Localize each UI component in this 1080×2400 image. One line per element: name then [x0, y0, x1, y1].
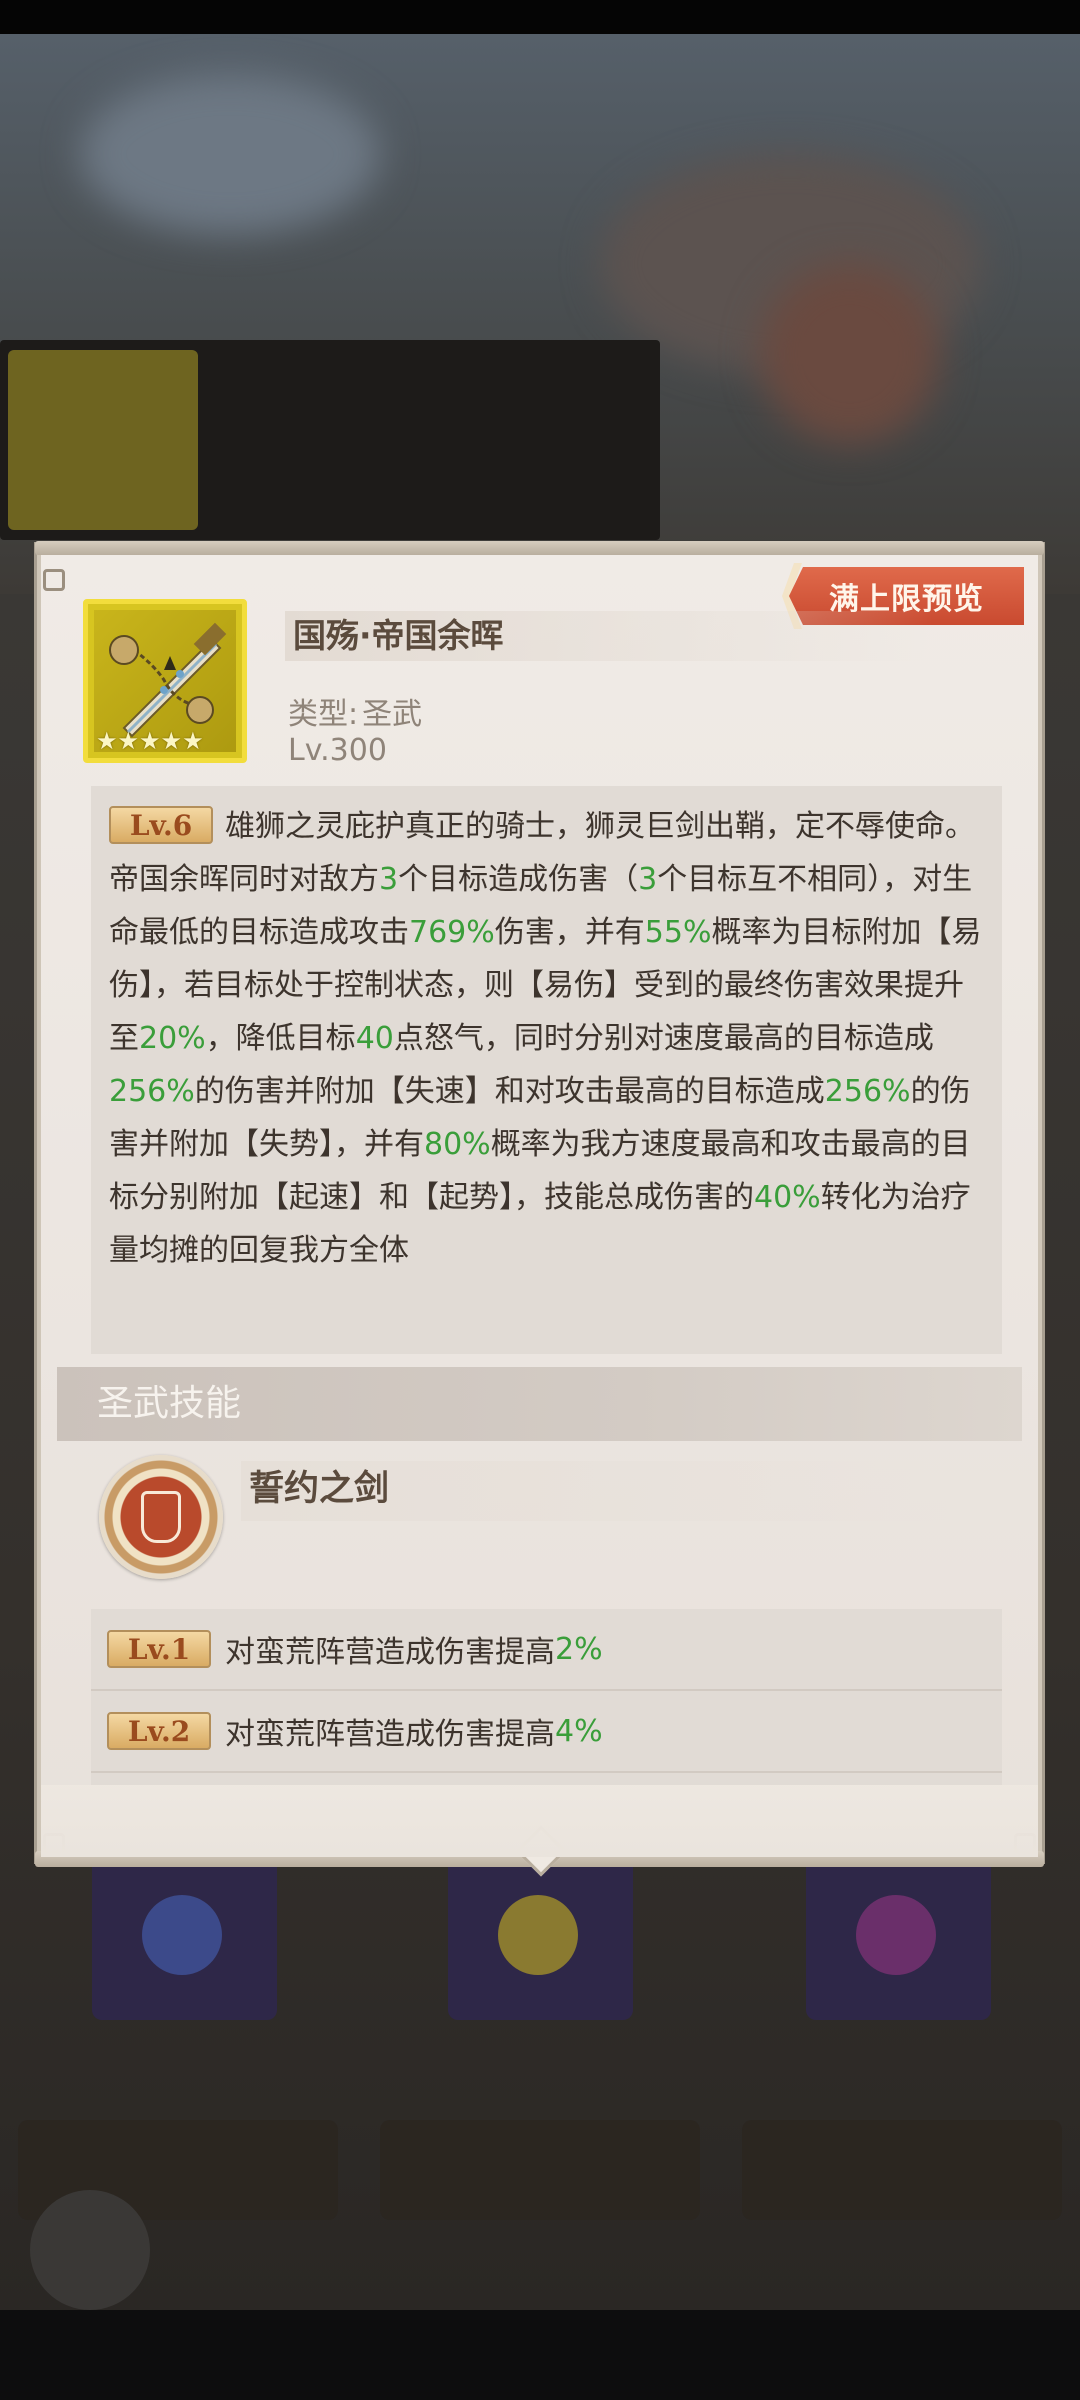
wolf-shield-icon[interactable]	[99, 1455, 223, 1579]
skill-level-value: 2%	[555, 1631, 603, 1667]
skill-level-text: 对蛮荒阵营造成伤害提高	[225, 1635, 555, 1670]
skill-level-text: 对蛮荒阵营造成伤害提高	[225, 1717, 555, 1752]
description-segment: ，降低目标	[205, 1021, 356, 1056]
skill-level-row: Lv.2 对蛮荒阵营造成伤害提高 4%	[91, 1691, 1002, 1771]
description-value: 256%	[109, 1074, 195, 1109]
skill-description: Lv.6 雄狮之灵庇护真正的骑士，狮灵巨剑出鞘，定不辱使命。帝国余晖同时对敌方3个…	[91, 786, 1002, 1354]
skill-level-row: Lv.1 对蛮荒阵营造成伤害提高 2%	[91, 1609, 1002, 1689]
description-value: 769%	[409, 915, 495, 950]
status-bar	[0, 0, 1080, 34]
background-button	[742, 2120, 1062, 2220]
level-badge: Lv.1	[107, 1630, 211, 1668]
skill-level-value: 4%	[555, 1713, 603, 1749]
description-text: 雄狮之灵庇护真正的骑士，狮灵巨剑出鞘，定不辱使命。帝国余晖同时对敌方3个目标造成…	[109, 809, 981, 1268]
level-badge: Lv.6	[109, 805, 213, 844]
skill-name: 誓约之剑	[241, 1461, 949, 1521]
star-icon: ★	[96, 727, 118, 755]
description-value: 80%	[424, 1127, 491, 1162]
description-segment: 伤害，并有	[494, 915, 645, 950]
background-orb	[30, 2190, 150, 2310]
weapon-type: 类型: 圣武	[288, 689, 422, 733]
weapon-info-dialog: 满上限预览 ★ ★ ★ ★ ★ 国殇·帝国余晖 类型: 圣武 Lv.300 Lv…	[35, 541, 1044, 1877]
description-value: 40	[355, 1021, 394, 1056]
star-icon: ★	[139, 727, 161, 755]
description-segment: 点怒气，同时分别对速度最高的目标造成	[393, 1021, 934, 1056]
dialog-top-border	[35, 541, 1044, 555]
description-value: 256%	[824, 1074, 911, 1109]
star-rating: ★ ★ ★ ★ ★	[96, 728, 204, 754]
weapon-level: Lv.300	[288, 733, 387, 768]
star-icon: ★	[117, 727, 140, 755]
description-value: 55%	[644, 915, 712, 950]
description-value: 3	[638, 862, 658, 897]
background-card-icon	[8, 350, 198, 530]
weapon-name: 国殇·帝国余晖	[285, 611, 933, 661]
description-value: 40%	[754, 1180, 821, 1215]
wolf-head-glyph	[141, 1491, 181, 1543]
section-title: 圣武技能	[57, 1367, 1022, 1441]
weapon-icon-frame[interactable]: ★ ★ ★ ★ ★	[83, 599, 247, 763]
description-segment: 个目标造成伤害（	[398, 862, 639, 897]
scroll-fade	[41, 1785, 1038, 1857]
level-badge: Lv.2	[107, 1712, 211, 1750]
background-tile	[92, 1855, 277, 2020]
weapon-type-label: 类型:	[288, 697, 359, 732]
background-tile	[806, 1855, 991, 2020]
background-button	[380, 2120, 700, 2220]
star-icon: ★	[182, 727, 204, 755]
navigation-bar	[0, 2310, 1080, 2400]
corner-ornament	[43, 569, 65, 591]
background-tile	[448, 1855, 633, 2020]
description-value: 3	[379, 862, 399, 897]
weapon-type-value: 圣武	[362, 697, 423, 732]
skill-level-row-partial	[91, 1773, 1002, 1785]
star-icon: ★	[160, 727, 183, 755]
description-segment: 的伤害并附加【失速】和对攻击最高的目标造成	[194, 1074, 825, 1109]
description-value: 20%	[139, 1021, 206, 1056]
